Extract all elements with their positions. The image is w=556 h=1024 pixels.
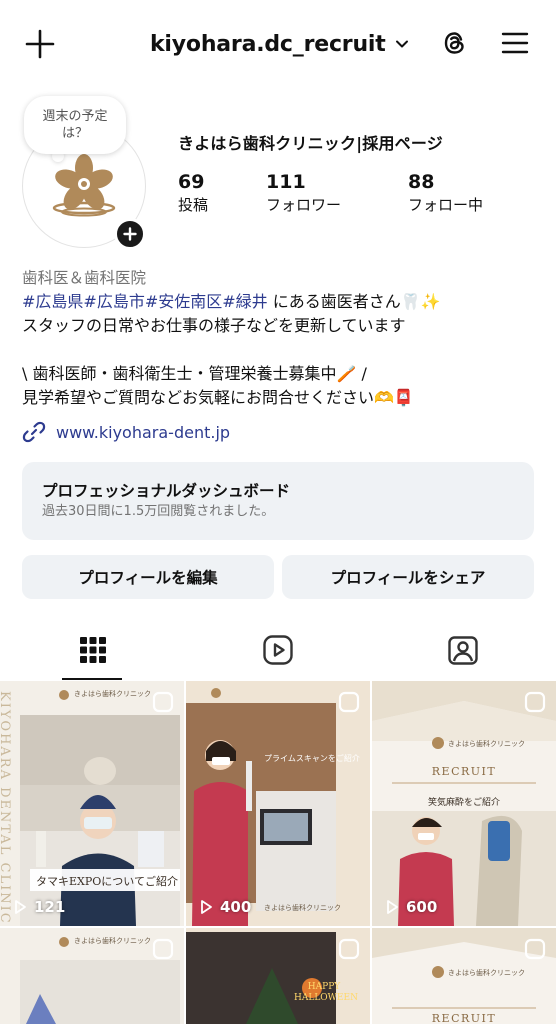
link-icon [22,421,46,443]
reel-badge [152,691,174,713]
post-title: RECRUIT [431,765,497,778]
reels-icon [262,635,293,665]
hashtag-link[interactable]: #広島市 [83,292,144,311]
hashtag-link[interactable]: #緑井 [222,292,267,311]
reel-badge [338,691,360,713]
stat-label: 投稿 [178,196,209,214]
tagged-icon [447,636,478,665]
post-tile[interactable]: HAPPY HALLOWEEN [186,928,370,1024]
bio: 歯科医＆歯科医院 #広島県#広島市#安佐南区#緑井 にある歯医者さん🦷✨ スタッ… [22,266,542,410]
hamburger-menu-icon [501,32,529,54]
bio-category: 歯科医＆歯科医院 [22,269,147,287]
play-icon [15,900,26,914]
top-header: kiyohara.dc_recruit [0,0,556,90]
website-url: www.kiyohara-dent.jp [56,422,231,442]
profile-avatar-area: 週末の予定は？ [22,96,148,250]
reel-badge [338,938,360,960]
reel-badge [524,938,546,960]
professional-dashboard[interactable]: プロフェッショナルダッシュボード 過去30日間に1.5万回閲覧されました。 [22,462,534,540]
reels-icon [152,691,174,713]
edit-profile-button[interactable]: プロフィールを編集 [22,555,274,599]
plus-icon [25,29,55,59]
post-tile[interactable]: RECRUIT 笑気麻酔をご紹介 きよはら歯科クリニック 600 [372,681,556,926]
profile-tabs [0,620,556,680]
bio-spacer [22,338,542,362]
view-count-number: 121 [34,898,66,916]
view-count: 400 [198,898,251,916]
stat-number: 69 [178,171,205,193]
play-icon [387,900,398,914]
create-post-button[interactable] [24,28,56,60]
stat-following[interactable]: 88 フォロー中 [408,170,483,216]
bio-text: スタッフの日常やお仕事の様子などを更新しています [22,316,406,335]
bio-text: にある歯医者さん🦷✨ [267,292,441,311]
chevron-down-icon [395,40,408,48]
dashboard-subtitle: 過去30日間に1.5万回閲覧されました。 [42,504,275,519]
post-image [0,681,184,926]
reel-badge [524,691,546,713]
grid-icon [79,637,106,663]
post-caption: 笑気麻酔をご紹介 [427,798,500,808]
reel-badge [152,938,174,960]
reels-icon [152,938,174,960]
post-side-text: KIYOHARA DENTAL CLINIC [0,691,12,925]
plus-icon [123,227,137,241]
post-tile[interactable]: プライムスキャンをご紹介 きよはら歯科クリニック 400 [186,681,370,926]
post-clinic-name: きよはら歯科クリニック [74,937,151,945]
hashtag-link[interactable]: #広島県 [22,292,83,311]
view-count-number: 400 [220,898,252,916]
dashboard-title: プロフェッショナルダッシュボード [42,482,291,500]
stat-number: 88 [408,171,435,193]
reels-icon [524,691,546,713]
post-clinic-name: きよはら歯科クリニック [264,904,341,912]
post-caption: HAPPY HALLOWEEN [294,982,358,1003]
play-icon [201,900,212,914]
note-bubble[interactable]: 週末の予定は？ [24,96,126,154]
post-image [186,681,370,926]
active-tab-indicator [62,678,122,680]
tab-reels[interactable] [185,620,370,680]
reels-icon [338,691,360,713]
post-caption: プライムスキャンをご紹介 [264,754,360,763]
post-tile[interactable]: きよはら歯科クリニック RECRUIT [372,928,556,1024]
view-count: 121 [12,898,65,916]
post-clinic-name: きよはら歯科クリニック [448,740,525,748]
share-profile-button[interactable]: プロフィールをシェア [282,555,534,599]
post-tile[interactable]: タマキEXPOについてご紹介 きよはら歯科クリニック 121 [0,681,184,926]
posts-grid: タマキEXPOについてご紹介 きよはら歯科クリニック 121 プライムスキャンを… [0,681,556,1024]
post-tile[interactable]: きよはら歯科クリニック [0,928,184,1024]
post-clinic-name: きよはら歯科クリニック [448,969,525,977]
bio-text: 見学希望やご質問などお気軽にお問合せください🫶📮 [22,388,414,407]
threads-button[interactable] [438,26,472,60]
reels-icon [524,938,546,960]
username: kiyohara.dc_recruit [150,31,386,57]
account-switcher[interactable]: kiyohara.dc_recruit [150,26,410,62]
tab-tagged[interactable] [370,620,555,680]
website-link[interactable]: www.kiyohara-dent.jp [22,420,230,444]
post-clinic-name: きよはら歯科クリニック [74,690,151,698]
post-caption: タマキEXPOについてご紹介 [36,875,178,888]
stat-label: フォロー中 [408,196,484,214]
post-title: RECRUIT [431,1012,497,1024]
stat-number: 111 [266,171,306,193]
stat-followers[interactable]: 111 フォロワー [266,170,341,216]
tab-posts[interactable] [0,620,185,680]
menu-button[interactable] [500,28,530,58]
add-story-button[interactable] [114,218,146,250]
bio-text: \ 歯科医師・歯科衛生士・管理栄養士募集中🪥 / [22,364,367,383]
view-count: 600 [384,898,437,916]
hashtag-link[interactable]: #安佐南区 [145,292,222,311]
bio-line-hashtags: #広島県#広島市#安佐南区#緑井 にある歯医者さん🦷✨ [22,290,542,314]
display-name: きよはら歯科クリニック|採用ページ [178,134,443,153]
reels-icon [338,938,360,960]
threads-icon [444,32,464,54]
stat-posts[interactable]: 69 投稿 [178,170,208,216]
stat-label: フォロワー [266,196,342,214]
view-count-number: 600 [406,898,438,916]
